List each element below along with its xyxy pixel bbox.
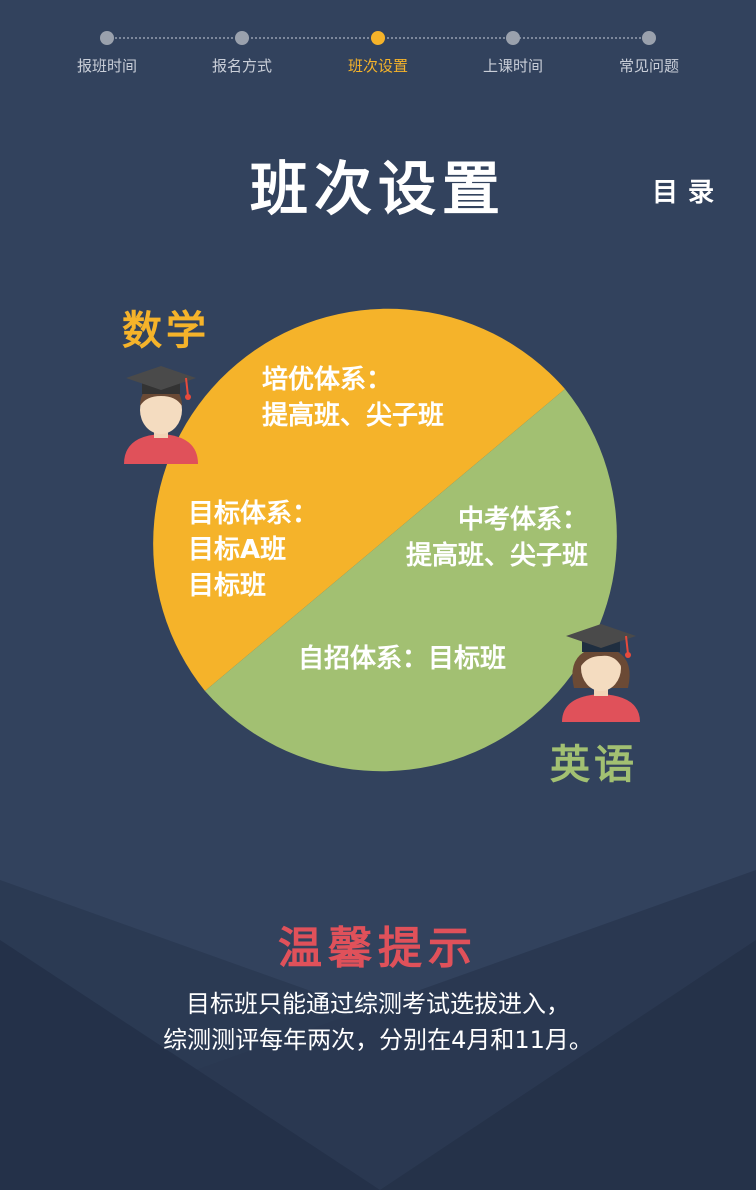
tips-title: 温馨提示 [278,923,478,974]
pie-line: 目标A班 [188,535,287,565]
pie-line: 提高班、尖子班 [406,541,589,571]
pie-line: 目标班 [188,571,267,601]
english-bottom-text: 自招体系：目标班 [298,644,507,674]
math-left-text: 目标体系： 目标A班 目标班 [188,496,318,604]
graduate-boy-avatar [124,366,198,464]
english-right-text: 中考体系： 提高班、尖子班 [400,502,588,574]
graduate-girl-avatar [562,624,640,722]
pie-line: 目标体系： [188,499,319,529]
tips-body: 目标班只能通过综测考试选拔进入， 综测测评每年两次，分别在4月和11月。 [0,986,756,1058]
pie-line: 中考体系： [458,505,589,535]
tips-line: 目标班只能通过综测考试选拔进入， [186,990,570,1018]
pie-line: 提高班、尖子班 [262,401,445,431]
pie-line: 培优体系： [262,365,393,395]
tips-line: 综测测评每年两次，分别在4月和11月。 [163,1026,593,1054]
math-top-text: 培优体系： 提高班、尖子班 [262,362,444,434]
